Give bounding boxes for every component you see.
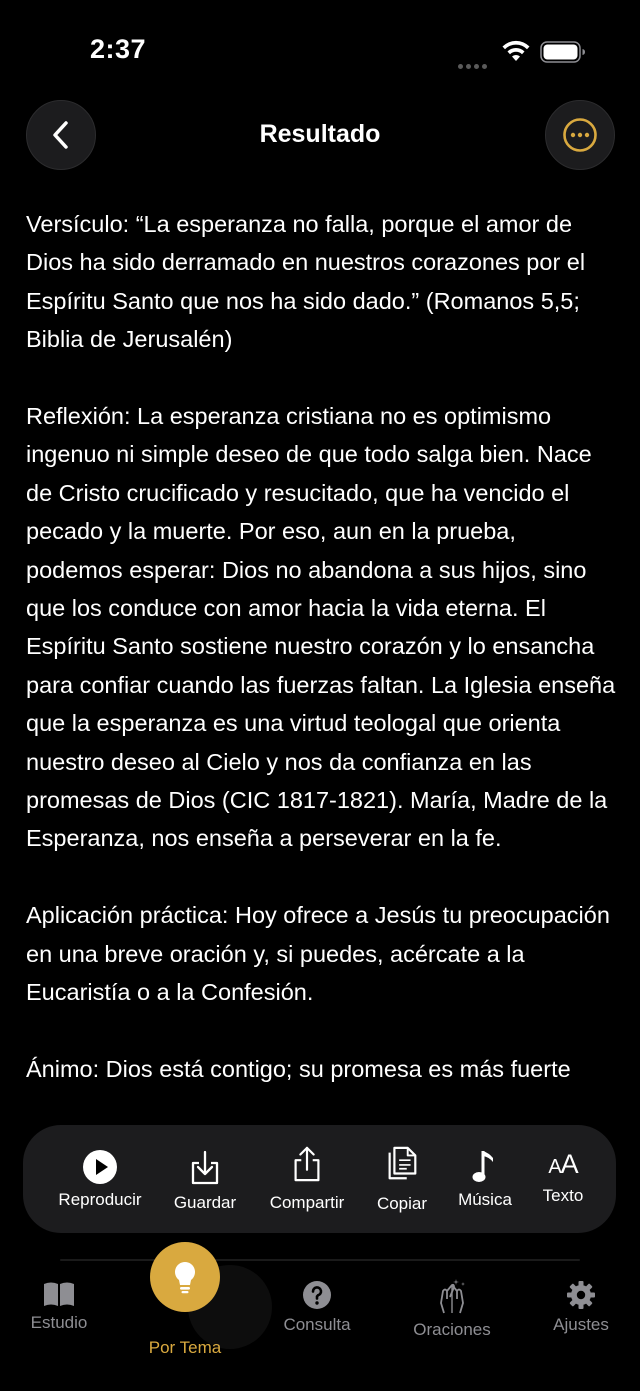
more-options-button[interactable]	[545, 100, 615, 170]
wifi-icon	[502, 40, 530, 61]
copy-label: Copiar	[376, 1194, 428, 1213]
save-label: Guardar	[173, 1193, 237, 1212]
verse-paragraph: Versículo: “La esperanza no falla, porqu…	[26, 211, 586, 353]
result-content: Versículo: “La esperanza no falla, porqu…	[26, 205, 616, 1125]
tab-ajustes-label: Ajustes	[553, 1315, 609, 1334]
tab-oraciones-label: Oraciones	[413, 1320, 491, 1339]
tab-estudio[interactable]: Estudio	[20, 1280, 98, 1333]
tab-bar: Estudio Por Tema Consulta Oraciones Ajus…	[0, 1242, 640, 1391]
page-title: Resultado	[259, 120, 381, 148]
encouragement-paragraph: Ánimo: Dios está contigo; su promesa es …	[26, 1055, 571, 1082]
tab-ajustes[interactable]: Ajustes	[540, 1280, 622, 1335]
application-paragraph: Aplicación práctica: Hoy ofrece a Jesús …	[26, 902, 610, 1006]
question-circle-icon	[303, 1281, 331, 1309]
download-icon	[191, 1150, 219, 1185]
praying-hands-icon	[440, 1279, 465, 1314]
tab-consulta-label: Consulta	[283, 1315, 351, 1334]
music-note-icon	[472, 1151, 493, 1182]
tab-por-tema[interactable]: Por Tema	[135, 1338, 235, 1358]
battery-icon	[540, 41, 585, 63]
cellular-signal-icon	[458, 56, 490, 69]
music-button[interactable]: Música	[447, 1125, 523, 1233]
text-size-icon: AA	[548, 1149, 578, 1179]
action-toolbar: Reproducir Guardar Compartir Copiar Músi…	[23, 1125, 616, 1233]
play-button[interactable]: Reproducir	[45, 1125, 155, 1233]
share-icon	[294, 1146, 320, 1182]
play-circle-icon	[83, 1150, 117, 1184]
reflection-paragraph: Reflexión: La esperanza cristiana no es …	[26, 403, 616, 852]
text-size-button[interactable]: AA Texto	[531, 1125, 595, 1233]
copy-button[interactable]: Copiar	[367, 1125, 437, 1233]
save-button[interactable]: Guardar	[163, 1125, 247, 1233]
share-button[interactable]: Compartir	[259, 1125, 355, 1233]
tab-oraciones[interactable]: Oraciones	[402, 1277, 502, 1340]
book-icon	[44, 1282, 74, 1306]
music-label: Música	[458, 1190, 512, 1209]
copy-icon	[388, 1146, 417, 1180]
tab-por-tema-label: Por Tema	[148, 1338, 222, 1357]
text-label: Texto	[542, 1186, 584, 1205]
share-label: Compartir	[269, 1193, 345, 1212]
ellipsis-circle-icon	[563, 118, 597, 152]
play-label: Reproducir	[58, 1190, 142, 1209]
tab-estudio-label: Estudio	[30, 1313, 88, 1332]
navigation-bar: Resultado	[0, 100, 640, 170]
status-bar: 2:37	[0, 0, 640, 100]
tab-bar-divider	[60, 1259, 580, 1261]
gear-icon	[567, 1281, 595, 1309]
tab-consulta[interactable]: Consulta	[272, 1280, 362, 1335]
lightbulb-icon	[175, 1262, 195, 1294]
tab-por-tema-button[interactable]	[150, 1242, 220, 1312]
status-time: 2:37	[90, 34, 147, 64]
